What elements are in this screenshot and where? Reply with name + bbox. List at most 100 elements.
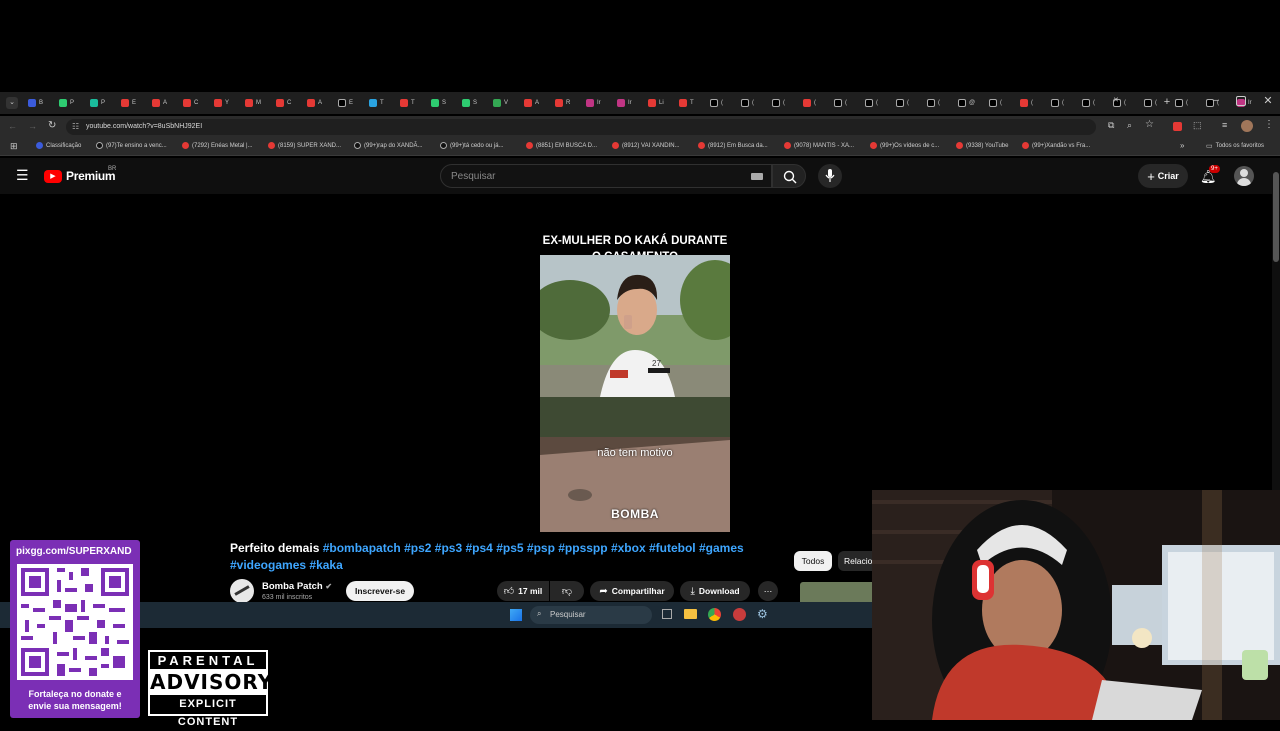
bookmarks-overflow-icon[interactable]: »	[1180, 141, 1184, 150]
hashtag-link[interactable]: #psp	[527, 541, 555, 555]
hashtag-link[interactable]: #ps5	[496, 541, 523, 555]
bookmark-item[interactable]: (9338) YouTube	[956, 142, 1008, 149]
browser-tab[interactable]: R	[555, 96, 570, 110]
bookmark-item[interactable]: (99+)tá cedo ou já...	[440, 142, 504, 149]
task-view-icon[interactable]	[662, 609, 672, 619]
close-tab-icon[interactable]: ✕	[1113, 96, 1119, 104]
hashtag-link[interactable]: #futebol	[649, 541, 696, 555]
browser-tab[interactable]: E	[338, 96, 353, 110]
dislike-button[interactable]: 👎︎	[550, 581, 584, 601]
hashtag-link[interactable]: #bombapatch	[323, 541, 401, 555]
browser-tab[interactable]: (	[803, 96, 816, 110]
browser-tab[interactable]: A	[307, 96, 322, 110]
browser-tab[interactable]: M	[245, 96, 261, 110]
browser-tab[interactable]: P	[59, 96, 74, 110]
apps-grid-icon[interactable]: ⊞	[10, 141, 18, 152]
bookmark-item[interactable]: (99+)Os vídeos de c...	[870, 142, 939, 149]
bookmark-item[interactable]: Classificação	[36, 142, 81, 149]
hashtag-link[interactable]: #xbox	[611, 541, 646, 555]
browser-tab[interactable]: (	[834, 96, 847, 110]
notifications-button[interactable]: 🔔︎ 9+	[1200, 165, 1220, 186]
hashtag-link[interactable]: #kaka	[309, 558, 342, 572]
search-button[interactable]	[772, 164, 806, 188]
profile-avatar-icon[interactable]	[1241, 120, 1253, 132]
browser-tab[interactable]: (	[1082, 96, 1095, 110]
bookmark-item[interactable]: (99+)Xandão vs Fra...	[1022, 142, 1090, 149]
short-video-frame[interactable]: 27 não tem motivo BOMBA	[540, 255, 730, 532]
browser-tab[interactable]: T	[400, 96, 415, 110]
browser-tab[interactable]: A	[152, 96, 167, 110]
bookmark-item[interactable]: (9078) MANTIS - XA...	[784, 142, 854, 149]
tab-list-icon[interactable]: ⌄	[6, 97, 18, 109]
browser-tab[interactable]: (	[1144, 96, 1157, 110]
browser-tab[interactable]: C	[183, 96, 198, 110]
windows-start-icon[interactable]	[510, 609, 522, 621]
hashtag-link[interactable]: #ps3	[435, 541, 462, 555]
browser-tab[interactable]: Li	[648, 96, 664, 110]
browser-tab[interactable]: V	[493, 96, 508, 110]
hashtag-link[interactable]: #ps4	[465, 541, 492, 555]
browser-tab[interactable]: (	[865, 96, 878, 110]
browser-menu-icon[interactable]: ⋮	[1264, 119, 1274, 130]
search-input[interactable]: Pesquisar	[440, 164, 772, 188]
browser-tab[interactable]: E	[121, 96, 136, 110]
app-icon-red[interactable]	[733, 608, 746, 621]
install-icon[interactable]: ⧉	[1108, 120, 1114, 131]
more-actions-button[interactable]: ⋯	[758, 581, 778, 601]
all-favorites-folder[interactable]: ▭ Todos os favoritos	[1206, 142, 1264, 150]
bookmark-item[interactable]: (7292) Enéas Metal |...	[182, 142, 253, 149]
channel-name[interactable]: Bomba Patch ✔	[262, 581, 332, 592]
browser-tab[interactable]: P	[90, 96, 105, 110]
close-window-button[interactable]: ✕	[1262, 94, 1274, 108]
taskbar-search-input[interactable]: ⌕ Pesquisar	[530, 606, 652, 624]
new-tab-button[interactable]: +	[1160, 95, 1174, 109]
browser-tab[interactable]: (	[1051, 96, 1064, 110]
browser-tab[interactable]: (	[927, 96, 940, 110]
site-info-icon[interactable]: ☷	[72, 122, 79, 131]
maximize-button[interactable]	[1236, 96, 1246, 106]
browser-tab[interactable]: (	[989, 96, 1002, 110]
bookmark-star-icon[interactable]: ☆	[1145, 119, 1154, 130]
file-explorer-icon[interactable]	[684, 609, 697, 619]
bookmark-item[interactable]: (8159) SUPER XAND...	[268, 142, 341, 149]
browser-tab[interactable]: Ir	[617, 96, 632, 110]
media-controls-icon[interactable]: ≡	[1222, 120, 1227, 130]
voice-search-button[interactable]	[818, 164, 842, 188]
bookmark-item[interactable]: (8912) Em Busca da...	[698, 142, 768, 149]
reload-icon[interactable]: ↻	[48, 120, 56, 131]
back-icon[interactable]: ←	[8, 121, 17, 131]
browser-tab[interactable]: @	[958, 96, 975, 110]
download-button[interactable]: ⤓ Download	[680, 581, 750, 601]
browser-tab[interactable]: (	[710, 96, 723, 110]
browser-tab[interactable]: (	[772, 96, 785, 110]
hashtag-link[interactable]: #ppsspp	[558, 541, 607, 555]
browser-tab[interactable]: A	[524, 96, 539, 110]
browser-tab[interactable]: (	[1175, 96, 1188, 110]
hashtag-link[interactable]: #games	[699, 541, 744, 555]
address-bar[interactable]: ☷ youtube.com/watch?v=8uSbNHJ92EI	[66, 119, 1096, 135]
zoom-icon[interactable]: ⌕	[1127, 120, 1132, 131]
channel-avatar[interactable]	[230, 579, 254, 603]
browser-tab[interactable]: S	[431, 96, 446, 110]
minimize-button[interactable]: –	[1210, 95, 1222, 109]
filter-chip-related[interactable]: Relacio	[838, 551, 872, 571]
hashtag-link[interactable]: #ps2	[404, 541, 431, 555]
like-button[interactable]: 👍︎ 17 mil	[497, 581, 549, 601]
filter-chip-all[interactable]: Todos	[794, 551, 832, 571]
bookmark-item[interactable]: (8851) EM BUSCA D...	[526, 142, 597, 149]
extension-red-icon[interactable]	[1173, 122, 1182, 131]
browser-tab[interactable]: T	[679, 96, 694, 110]
bookmark-item[interactable]: (99+)rap do XANDÃ...	[354, 142, 423, 149]
account-avatar[interactable]	[1234, 166, 1254, 186]
share-button[interactable]: ➦ Compartilhar	[590, 581, 674, 601]
browser-tab[interactable]: T	[369, 96, 384, 110]
chrome-icon[interactable]	[708, 608, 721, 621]
browser-tab[interactable]: Ir	[586, 96, 601, 110]
browser-tab[interactable]: C	[276, 96, 291, 110]
browser-tab[interactable]: S	[462, 96, 477, 110]
subscribe-button[interactable]: Inscrever-se	[346, 581, 414, 601]
browser-tab[interactable]: B	[28, 96, 43, 110]
page-scrollbar[interactable]	[1272, 168, 1280, 532]
settings-gear-icon[interactable]: ⚙	[757, 607, 768, 621]
browser-tab[interactable]: (	[741, 96, 754, 110]
